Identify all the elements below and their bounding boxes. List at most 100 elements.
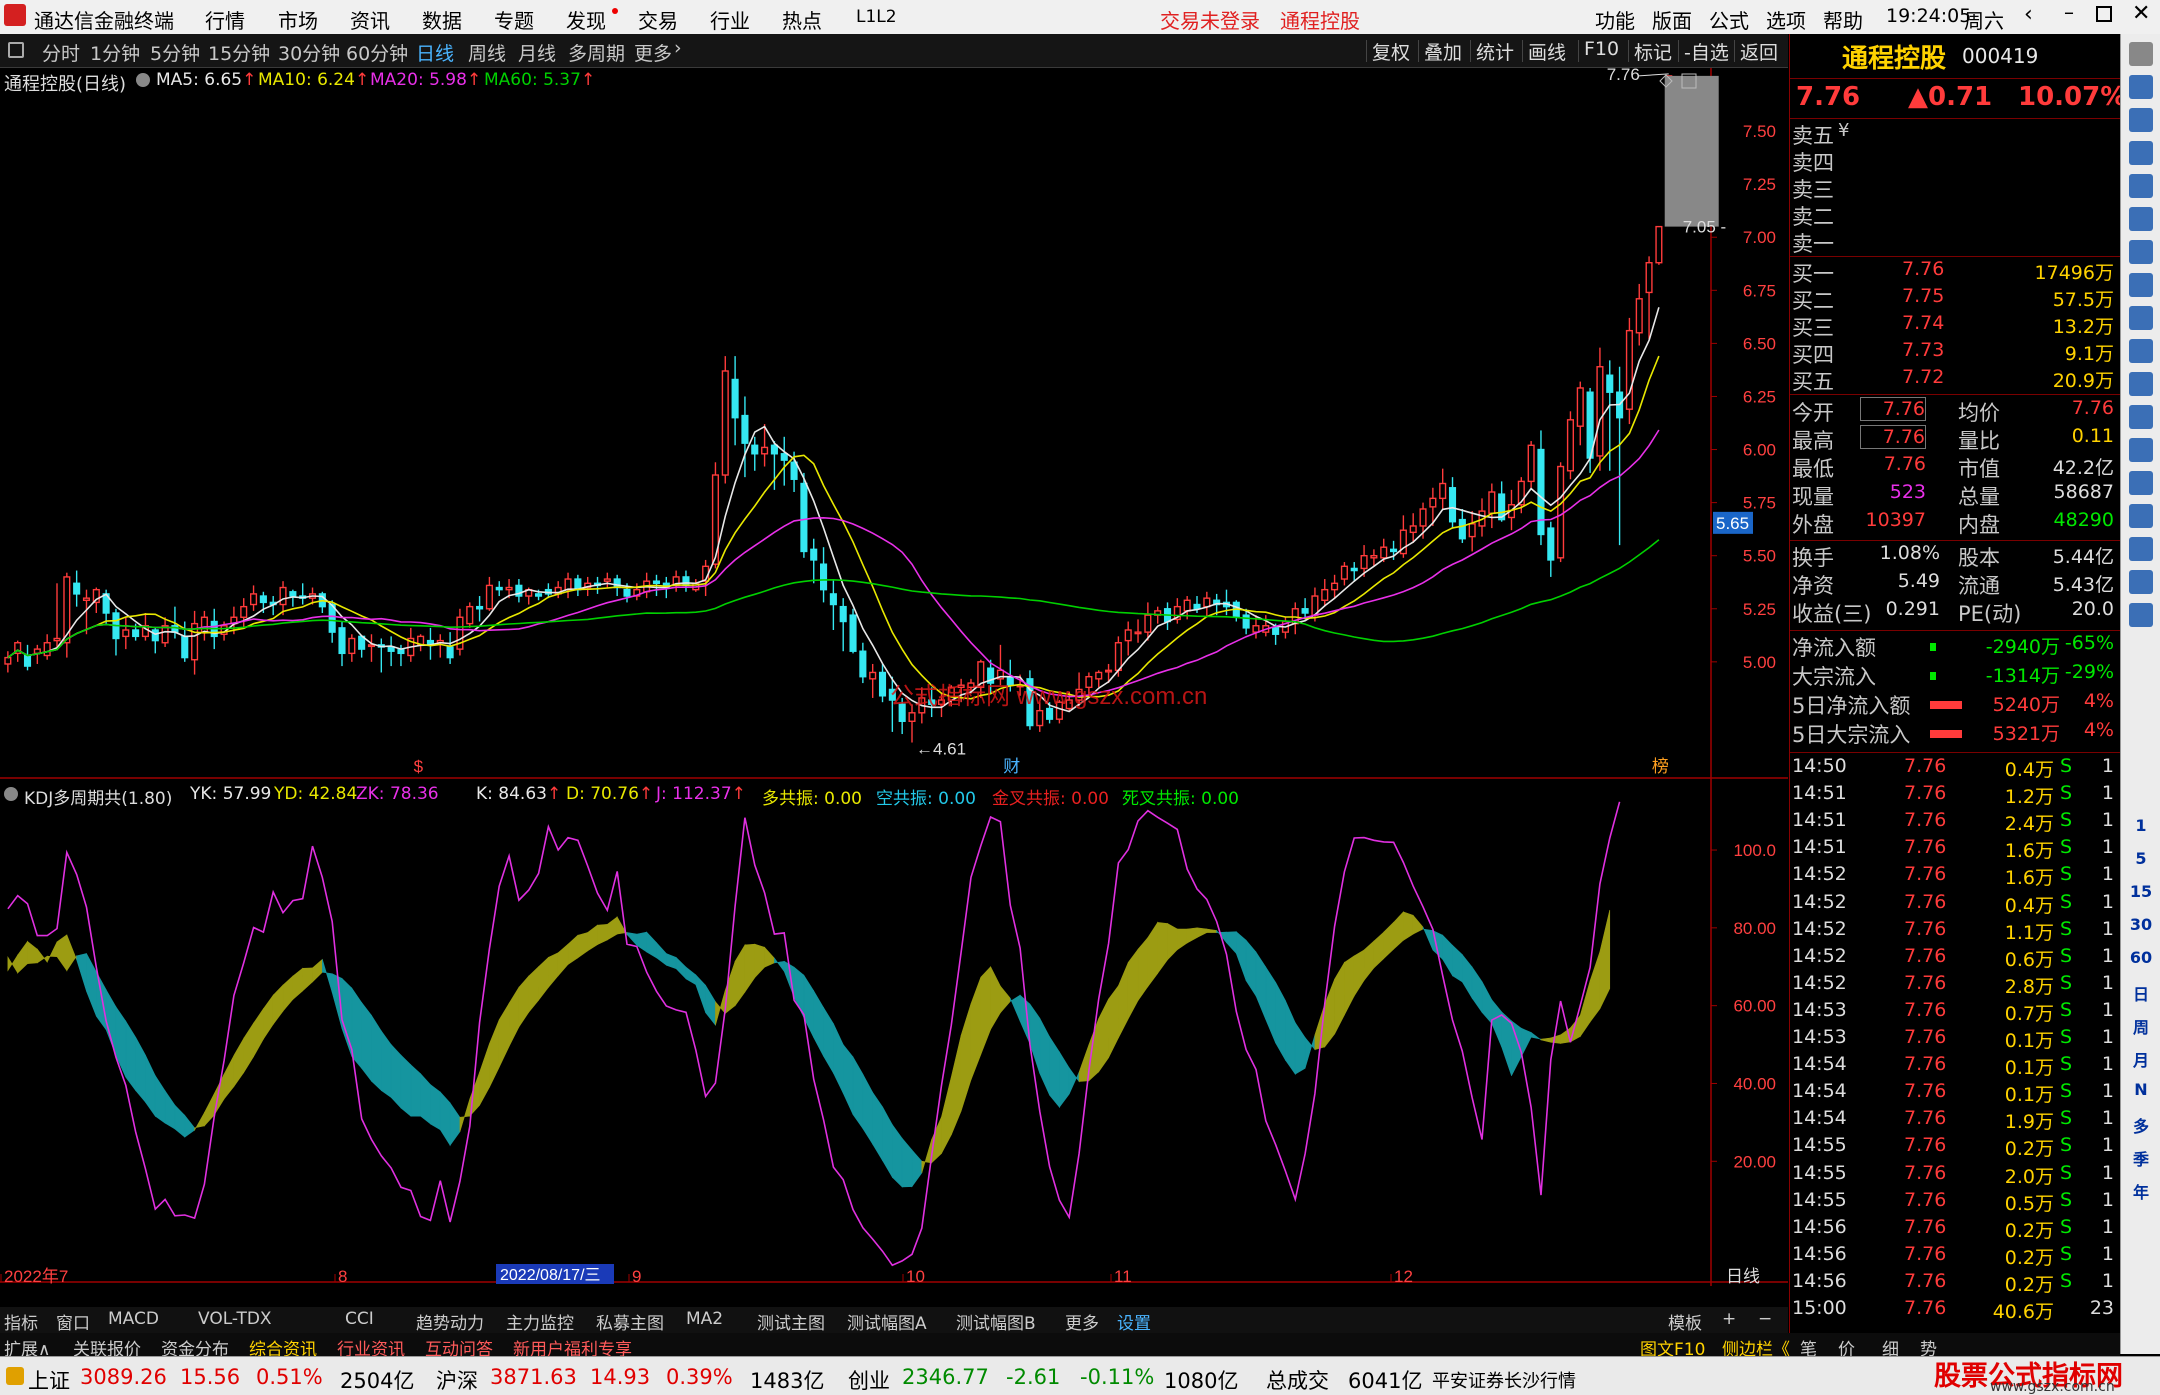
- indicator-tab[interactable]: 私募主图: [596, 1309, 664, 1334]
- f12-icon[interactable]: [2129, 405, 2153, 429]
- fx-icon[interactable]: [2129, 372, 2153, 396]
- remove-watchlist-button[interactable]: -自选: [1678, 38, 1729, 65]
- settings-circle-icon[interactable]: [136, 73, 150, 87]
- feed-name[interactable]: 平安证券长沙行情: [1432, 1367, 1576, 1393]
- sidebar-period-6[interactable]: 周: [2121, 1014, 2160, 1038]
- indicator-tab[interactable]: 测试幅图A: [847, 1309, 927, 1334]
- indicator-tab[interactable]: 测试主图: [757, 1309, 825, 1334]
- move-icon[interactable]: [2129, 504, 2153, 528]
- period-tab-weekly[interactable]: 周线: [468, 39, 506, 66]
- minimize-icon[interactable]: –: [2064, 0, 2074, 24]
- menu-help[interactable]: 帮助: [1823, 5, 1863, 34]
- layout-icon[interactable]: [8, 42, 24, 58]
- f10-button[interactable]: F10: [1577, 38, 1619, 62]
- add-icon[interactable]: [2129, 603, 2153, 627]
- indicator-tab[interactable]: 测试幅图B: [956, 1309, 1036, 1334]
- sidebar-period-7[interactable]: 月: [2121, 1047, 2160, 1071]
- sidebar-period-2[interactable]: 15: [2121, 882, 2160, 901]
- event-marker[interactable]: 榜: [1652, 757, 1669, 776]
- indicator-tab[interactable]: 设置: [1117, 1309, 1151, 1334]
- menu-news[interactable]: 资讯: [350, 5, 390, 34]
- period-tab-tick[interactable]: 分时: [42, 39, 80, 66]
- sidebar-period-5[interactable]: 日: [2121, 981, 2160, 1005]
- trend-icon[interactable]: [2129, 207, 2153, 231]
- sidebar-period-3[interactable]: 30: [2121, 915, 2160, 934]
- rsi-icon[interactable]: [2129, 471, 2153, 495]
- indicator-tab[interactable]: MACD: [108, 1309, 159, 1329]
- period-tab-more[interactable]: 更多: [634, 39, 672, 66]
- restore-icon[interactable]: [2096, 6, 2112, 22]
- back-icon[interactable]: ‹: [2024, 2, 2033, 27]
- indicator-tab[interactable]: 主力监控: [506, 1309, 574, 1334]
- indicator-tab[interactable]: 更多: [1065, 1309, 1099, 1334]
- template-button[interactable]: 模板: [1668, 1309, 1702, 1334]
- cy-index-name[interactable]: 创业: [848, 1365, 890, 1395]
- fs-icon[interactable]: [2129, 570, 2153, 594]
- table-icon[interactable]: [2129, 174, 2153, 198]
- circle-icon[interactable]: [2129, 438, 2153, 462]
- trade-login-status[interactable]: 交易未登录: [1160, 5, 1260, 34]
- menu-topic[interactable]: 专题: [494, 5, 534, 34]
- sidebar-period-0[interactable]: 1: [2121, 816, 2160, 835]
- menu-discover[interactable]: 发现: [566, 5, 606, 34]
- indicator-tab[interactable]: VOL-TDX: [198, 1309, 272, 1329]
- stats-button[interactable]: 统计: [1469, 38, 1514, 65]
- chart-svg[interactable]: 7.50 7.25 7.00 6.75 6.50 6.25 6.00 5.75 5.50 5.25…: [0, 65, 1788, 1286]
- period-tab-monthly[interactable]: 月线: [518, 39, 556, 66]
- f10-icon[interactable]: [2129, 306, 2153, 330]
- menu-market[interactable]: 市场: [278, 5, 318, 34]
- kdj-settings-icon[interactable]: [4, 787, 18, 801]
- sz-index-name[interactable]: 沪深: [436, 1365, 478, 1395]
- collapse-icon[interactable]: [2129, 42, 2153, 66]
- indicator-tab[interactable]: 指标: [4, 1309, 38, 1334]
- sh-index-name[interactable]: 上证: [28, 1365, 70, 1395]
- sidebar-period-4[interactable]: 60: [2121, 948, 2160, 967]
- sidebar-period-1[interactable]: 5: [2121, 849, 2160, 868]
- chart-icon[interactable]: [2129, 339, 2153, 363]
- period-tab-daily[interactable]: 日线: [416, 39, 454, 66]
- indicator-tab[interactable]: MA2: [686, 1309, 723, 1329]
- period-tab-60min[interactable]: 60分钟: [346, 39, 408, 66]
- mark-button[interactable]: 标记: [1627, 38, 1672, 65]
- indicator-tab[interactable]: 窗口: [56, 1309, 90, 1334]
- sidebar-period-11[interactable]: 年: [2121, 1179, 2160, 1203]
- adjust-button[interactable]: 复权: [1365, 38, 1410, 65]
- remove-pane-button[interactable]: −: [1758, 1309, 1772, 1329]
- sidebar-period-10[interactable]: 季: [2121, 1146, 2160, 1170]
- indicator-tab[interactable]: 趋势动力: [416, 1309, 484, 1334]
- period-tab-5min[interactable]: 5分钟: [150, 39, 200, 66]
- event-marker[interactable]: $: [414, 757, 424, 776]
- chevron-right-icon[interactable]: ›: [674, 37, 682, 59]
- period-tab-1min[interactable]: 1分钟: [90, 39, 140, 66]
- menu-trade[interactable]: 交易: [638, 5, 678, 34]
- sell4-label: 卖四: [1792, 151, 1834, 175]
- close-icon[interactable]: ✕: [2132, 1, 2150, 26]
- down-arrow-icon[interactable]: [2129, 108, 2153, 132]
- pen-icon[interactable]: [2129, 537, 2153, 561]
- menu-quote[interactable]: 行情: [205, 5, 245, 34]
- indicator-tab[interactable]: CCI: [345, 1309, 374, 1329]
- menu-data[interactable]: 数据: [422, 5, 462, 34]
- period-tab-30min[interactable]: 30分钟: [278, 39, 340, 66]
- menu-options[interactable]: 选项: [1766, 5, 1806, 34]
- event-marker[interactable]: 财: [1003, 757, 1020, 776]
- menu-formula[interactable]: 公式: [1709, 5, 1749, 34]
- period-tab-15min[interactable]: 15分钟: [208, 39, 270, 66]
- chart-area[interactable]: 7.50 7.25 7.00 6.75 6.50 6.25 6.00 5.75 5.50 5.25…: [0, 65, 1788, 1286]
- compare-icon[interactable]: [2129, 240, 2153, 264]
- up-arrow-icon[interactable]: [2129, 75, 2153, 99]
- period-tab-multi[interactable]: 多周期: [568, 39, 625, 66]
- menu-function[interactable]: 功能: [1595, 5, 1635, 34]
- sidebar-period-9[interactable]: 多: [2121, 1113, 2160, 1137]
- menu-industry[interactable]: 行业: [710, 5, 750, 34]
- return-button[interactable]: 返回: [1733, 38, 1778, 65]
- info-icon[interactable]: [2129, 273, 2153, 297]
- menu-hot[interactable]: 热点: [782, 5, 822, 34]
- overlay-button[interactable]: 叠加: [1417, 38, 1462, 65]
- sidebar-period-8[interactable]: N: [2121, 1080, 2160, 1099]
- draw-button[interactable]: 画线: [1521, 38, 1566, 65]
- kline-icon[interactable]: [2129, 141, 2153, 165]
- menu-layout[interactable]: 版面: [1652, 5, 1692, 34]
- menu-l1l2[interactable]: L1L2: [856, 7, 897, 27]
- add-pane-button[interactable]: +: [1722, 1309, 1736, 1329]
